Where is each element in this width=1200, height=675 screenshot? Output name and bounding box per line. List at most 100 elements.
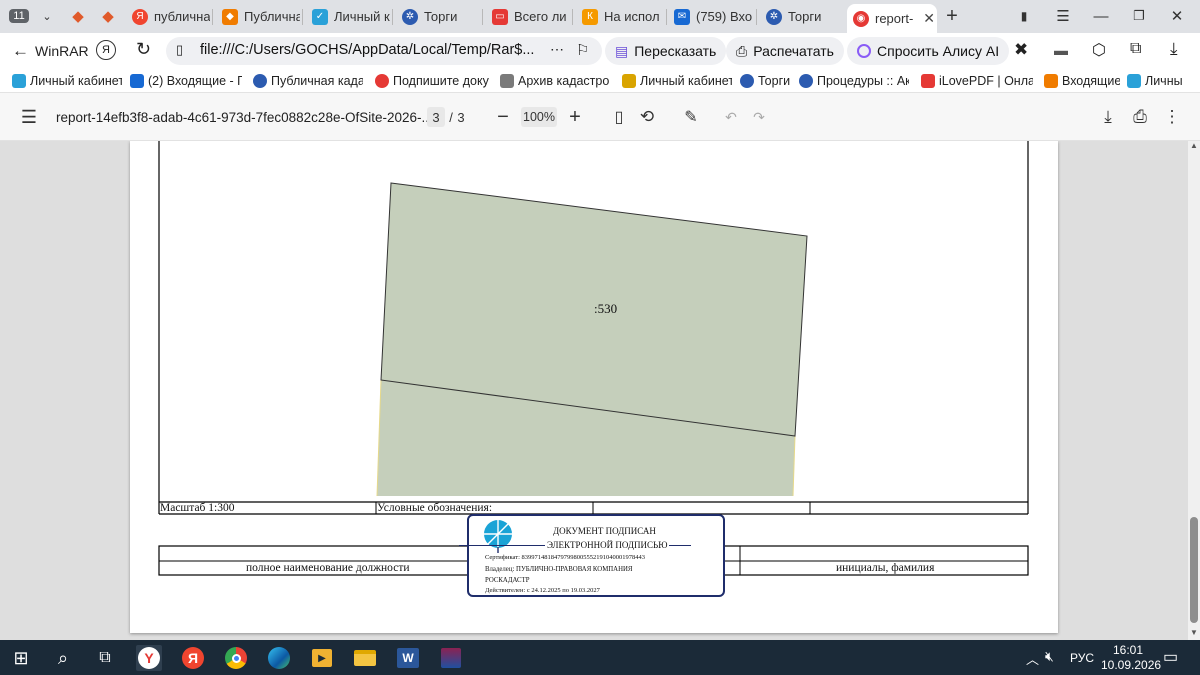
file-explorer-icon[interactable] <box>352 645 378 671</box>
tab-7[interactable]: ✉ (759) Вхо <box>668 3 754 30</box>
stamp-owner-2: РОСКАДАСТР <box>485 577 530 584</box>
scale-label: Масштаб 1:300 <box>160 502 235 514</box>
rotate-icon[interactable]: ⟲ <box>637 105 657 129</box>
tab-7-label: (759) Вхо <box>696 9 753 24</box>
total-pages: 3 <box>457 109 465 125</box>
yandex-browser-active-icon[interactable]: Y <box>136 645 162 671</box>
search-icon[interactable]: ⌕ <box>50 645 76 671</box>
outline-menu-icon[interactable]: ☰ <box>18 105 40 129</box>
bookmark-3[interactable]: Подпишите доку <box>375 72 489 90</box>
print-icon[interactable]: ⎙ <box>1130 105 1150 129</box>
stamp-certificate: Сертификат: 8399714818479799800555219104… <box>485 554 646 561</box>
document-favicon-icon: ▭ <box>492 8 508 25</box>
windows-start-icon[interactable]: ⊞ <box>8 645 34 671</box>
bookmark-10[interactable]: Личны <box>1127 72 1200 90</box>
url-field[interactable]: ▯ file:///C:/Users/GOCHS/AppData/Local/T… <box>166 37 602 65</box>
bookmark-4[interactable]: Архив кадастров <box>500 72 610 90</box>
bookmark-5[interactable]: Личный кабинет <box>622 72 732 90</box>
winrar-icon[interactable] <box>438 645 464 671</box>
task-view-icon[interactable]: ⧉ <box>92 645 118 671</box>
scroll-down-icon[interactable]: ▼ <box>1190 628 1198 637</box>
notifications-icon[interactable]: ▭ <box>1163 647 1178 667</box>
bookmark-2[interactable]: Публичная кадас <box>253 72 363 90</box>
restore-icon[interactable]: ❐ <box>1128 4 1150 28</box>
zoom-in-icon[interactable]: + <box>566 105 584 129</box>
bookmark-3-label: Подпишите доку <box>393 74 489 88</box>
back-arrow-icon: ← <box>12 41 29 60</box>
edge-icon[interactable] <box>266 645 292 671</box>
tab-list-chevron-icon[interactable]: ⌄ <box>38 4 56 28</box>
show-hidden-icons-icon[interactable]: ︿ <box>1026 649 1039 668</box>
tab-group-counter[interactable]: 11 <box>8 4 30 28</box>
chrome-icon[interactable] <box>223 645 249 671</box>
back-button[interactable]: ← WinRAR <box>12 41 89 61</box>
tab-active-report[interactable]: ◉ report- ✕ <box>847 4 937 33</box>
tab-8[interactable]: ✲ Торги <box>760 3 844 30</box>
bookmark-6[interactable]: Торги <box>740 72 792 90</box>
bookmark-4-label: Архив кадастров <box>518 74 610 88</box>
bookmark-cabinet-2-icon <box>1127 74 1141 88</box>
download-icon[interactable]: ⤓ <box>1098 105 1118 129</box>
minimize-icon[interactable]: — <box>1090 4 1112 28</box>
bookmark-icon[interactable]: ⚐ <box>576 41 589 59</box>
tab-4[interactable]: ✲ Торги <box>396 3 480 30</box>
zoom-level-input[interactable]: 100% <box>521 107 557 127</box>
downloads-tray-icon[interactable]: ▮ <box>1014 4 1034 28</box>
vertical-scrollbar[interactable]: ▲ ▼ <box>1188 141 1200 640</box>
bookmark-9-label: Входящие <box>1062 74 1120 88</box>
undo-icon[interactable]: ↶ <box>722 105 740 129</box>
cap-extension-icon[interactable]: ▬ <box>1054 42 1068 58</box>
clock-time[interactable]: 16:01 <box>1113 643 1143 657</box>
ask-alice-button[interactable]: Спросить Алису AI <box>847 37 1010 65</box>
bookmark-7[interactable]: Процедуры :: Акт <box>799 72 909 90</box>
new-tab-icon[interactable]: + <box>942 4 962 28</box>
fit-page-icon[interactable]: ▯ <box>609 105 629 129</box>
downloads-icon[interactable]: ⤓ <box>1170 39 1178 59</box>
print-button[interactable]: ⎙ Распечатать <box>726 37 844 65</box>
draw-icon[interactable]: ✎ <box>681 105 701 129</box>
document-viewport[interactable]: :530 Масштаб 1:300 Условные обозначения:… <box>0 141 1188 640</box>
bookmark-8[interactable]: iLovePDF | Онлай <box>921 72 1033 90</box>
tab-1[interactable]: Я публична <box>126 3 210 30</box>
more-options-icon[interactable]: ⋮ <box>1162 105 1182 129</box>
extensions-icon[interactable]: ⬡ <box>1092 40 1106 60</box>
tab-5[interactable]: ▭ Всего ли <box>486 3 570 30</box>
page-number-input[interactable]: 3 <box>427 107 445 127</box>
bookmark-0[interactable]: Личный кабинет <box>12 72 122 90</box>
parcel-number: :530 <box>594 301 618 316</box>
collections-sidebar-icon[interactable]: ⧉ <box>1130 40 1141 58</box>
torgi-favicon-icon: ✲ <box>402 8 418 25</box>
tabs-overview-icon[interactable]: ◆ <box>68 4 88 28</box>
bookmark-1[interactable]: (2) Входящие - Пс <box>130 72 242 90</box>
yandex-icon[interactable]: Я <box>180 645 206 671</box>
menu-icon[interactable]: ☰ <box>1052 4 1074 28</box>
clock-date[interactable]: 10.09.2026 <box>1101 658 1161 672</box>
tab-9-label: report- <box>875 11 914 26</box>
retell-button[interactable]: ▤ Пересказать <box>605 37 727 65</box>
collections-icon[interactable]: ◆ <box>98 4 118 28</box>
scrollbar-thumb[interactable] <box>1190 517 1198 623</box>
tab-2[interactable]: ◆ Публична <box>216 3 300 30</box>
input-language[interactable]: РУС <box>1070 651 1094 665</box>
volume-muted-icon[interactable]: 🔇︎ <box>1045 648 1054 665</box>
tab-5-label: Всего ли <box>514 9 567 24</box>
bookmark-archive-icon <box>500 74 514 88</box>
tab-6[interactable]: К На испол <box>576 3 664 30</box>
yandex-icon[interactable]: Я <box>96 40 116 60</box>
reload-icon[interactable]: ↻ <box>136 39 151 60</box>
tab-3[interactable]: ✓ Личный к <box>306 3 390 30</box>
bookmark-ilovepdf-icon <box>921 74 935 88</box>
word-icon[interactable]: W <box>395 645 421 671</box>
media-player-icon[interactable]: ▶ <box>309 645 335 671</box>
bookmark-sign-icon <box>375 74 389 88</box>
zoom-out-icon[interactable]: − <box>494 105 512 129</box>
more-dots-icon[interactable]: ⋯ <box>550 41 564 58</box>
scroll-up-icon[interactable]: ▲ <box>1190 141 1198 150</box>
yandex-favicon-icon: Я <box>132 8 148 25</box>
bookmarks-bar: Личный кабинет (2) Входящие - Пс Публичн… <box>0 69 1200 93</box>
bookmark-9[interactable]: Входящие <box>1044 72 1120 90</box>
redo-icon[interactable]: ↷ <box>750 105 768 129</box>
close-tab-icon[interactable]: ✕ <box>923 10 935 27</box>
close-window-icon[interactable]: ✕ <box>1166 4 1188 28</box>
vpn-extension-icon[interactable]: ✖ <box>1014 40 1028 60</box>
